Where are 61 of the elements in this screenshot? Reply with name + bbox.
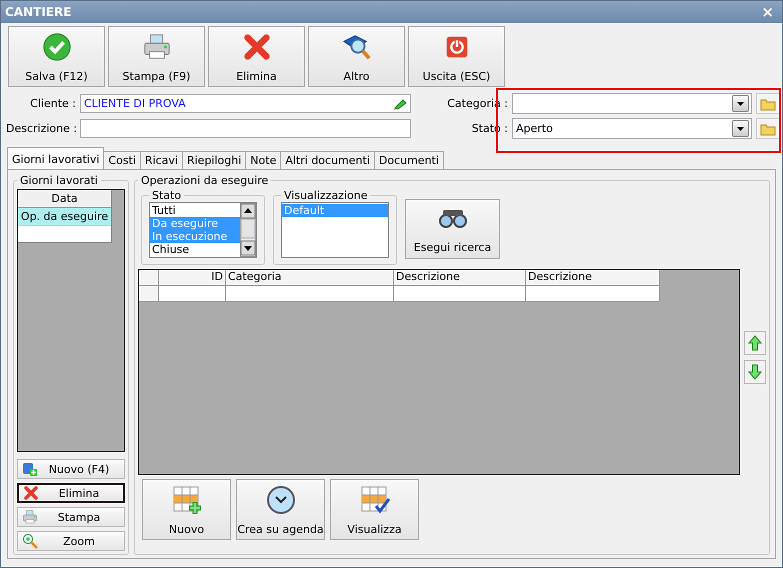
scrollbar[interactable] <box>240 203 256 257</box>
toolbar-button[interactable]: Altro <box>308 26 405 87</box>
list-item[interactable]: Tutti <box>150 204 240 217</box>
caret-icon <box>737 126 744 130</box>
column-header: Descrizione <box>394 270 526 286</box>
table-cell <box>159 286 226 302</box>
list-item[interactable]: Chiuse <box>150 243 240 256</box>
database-add-icon <box>22 461 38 478</box>
group-title: Operazioni da eseguire <box>140 174 270 187</box>
side-button[interactable]: Elimina <box>17 483 125 504</box>
tab[interactable]: Riepiloghi <box>182 151 246 169</box>
folder-button[interactable] <box>756 118 780 139</box>
input-field[interactable]: CLIENTE DI PROVA <box>80 94 411 113</box>
window-title: CANTIERE <box>5 5 72 19</box>
column-header: Categoria <box>226 270 394 286</box>
list-box[interactable]: Tutti Da eseguire In esecuzione Chiuse <box>149 202 257 258</box>
table-check-icon <box>358 484 390 516</box>
clock-icon <box>264 484 296 516</box>
field-label: Descrizione : <box>6 122 76 135</box>
folder-icon <box>760 96 776 110</box>
side-button[interactable]: Zoom <box>17 531 125 552</box>
grid-row[interactable]: Op. da eseguire <box>18 208 111 226</box>
caret-icon <box>737 102 744 106</box>
side-button[interactable]: Stampa <box>17 507 125 528</box>
toolbar-button[interactable]: Uscita (ESC) <box>408 26 505 87</box>
action-button[interactable]: Visualizza <box>330 479 419 540</box>
table-add-icon <box>170 484 202 516</box>
action-button[interactable]: Crea su agenda <box>236 479 325 540</box>
pencil-icon <box>393 98 407 110</box>
group-title: Stato <box>151 189 182 202</box>
dropdown[interactable] <box>512 93 752 114</box>
group-title: Giorni lavorati <box>19 174 99 187</box>
side-button[interactable]: Nuovo (F4) <box>17 459 125 480</box>
column-header: Descrizione <box>526 270 660 286</box>
up-arrow-icon <box>748 334 762 350</box>
cross-icon <box>23 485 39 502</box>
row-header[interactable] <box>139 286 159 302</box>
corner-cell <box>139 270 159 286</box>
folder-icon <box>760 122 776 136</box>
move-down-button[interactable] <box>744 360 766 384</box>
search-button[interactable]: Esegui ricerca <box>405 199 500 259</box>
action-button[interactable]: Nuovo <box>142 479 231 540</box>
toolbar-button[interactable]: Elimina <box>208 26 305 87</box>
down-arrow-icon <box>748 364 762 380</box>
field-label: Cliente : <box>29 97 76 110</box>
move-up-button[interactable] <box>744 330 766 354</box>
printer-icon <box>22 509 38 526</box>
tab[interactable]: Documenti <box>374 151 444 169</box>
zoom-in-icon <box>22 533 38 550</box>
toolbar-button[interactable]: Salva (F12) <box>8 26 105 87</box>
folder-button[interactable] <box>756 93 780 114</box>
binoculars-icon <box>438 208 466 228</box>
dropdown[interactable]: Aperto <box>512 118 752 139</box>
column-header: ID <box>159 270 226 286</box>
toolbar-button[interactable]: Stampa (F9) <box>108 26 205 87</box>
cross-icon <box>242 32 272 62</box>
column-header: Data <box>18 190 111 208</box>
input-field[interactable] <box>80 119 411 138</box>
tab[interactable]: Giorni lavorativi <box>7 147 104 169</box>
group-title: Visualizzazione <box>283 189 368 202</box>
checkmark-icon <box>42 32 72 62</box>
